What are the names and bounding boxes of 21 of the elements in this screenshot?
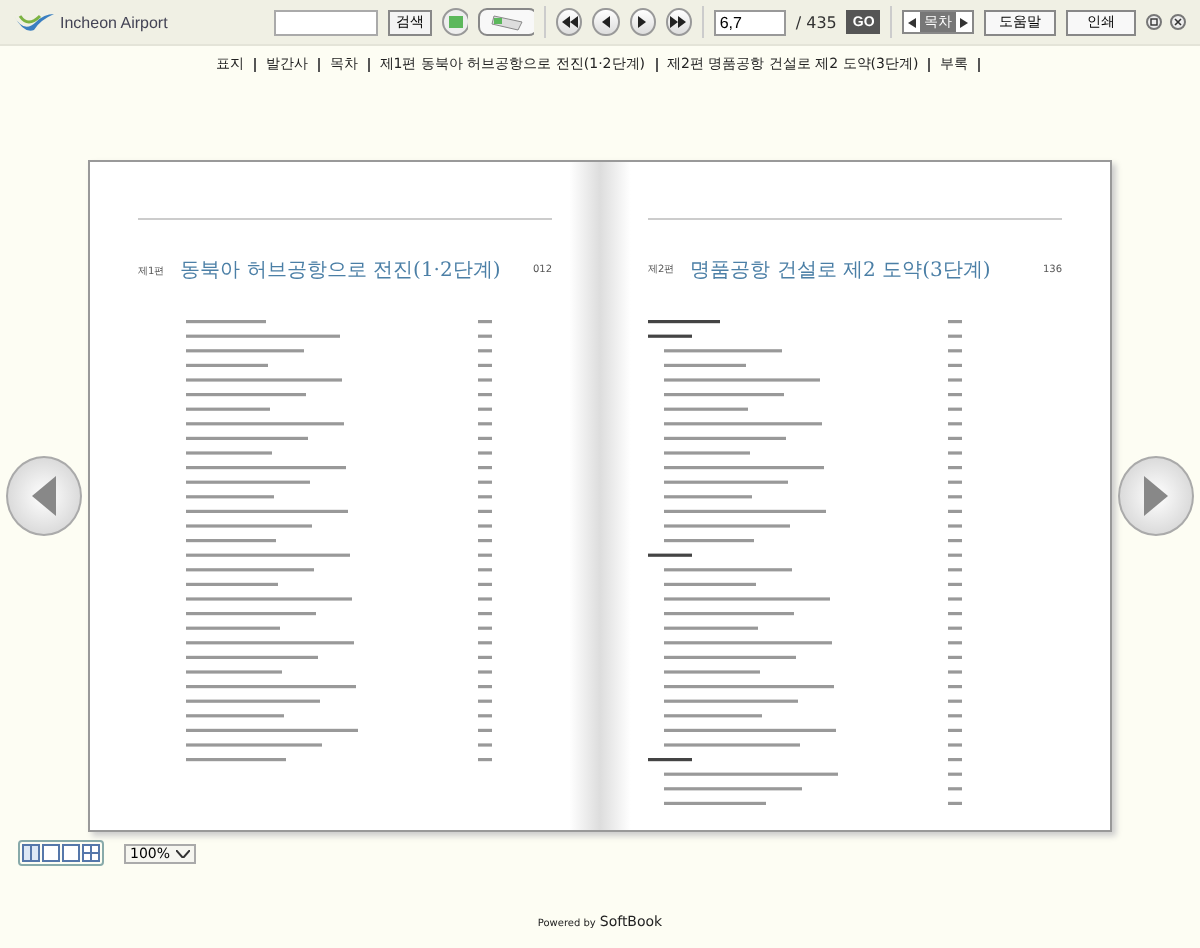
left-icon [597,16,614,28]
previous-page-button[interactable] [592,8,620,36]
search-field[interactable] [274,9,379,35]
dropdown-caret-icon [176,849,191,857]
memo-icon[interactable] [442,8,469,36]
part-title: 명품공항 건설로 제2 도약(3단계) [690,257,993,284]
highlighter-icon[interactable] [478,8,535,36]
next-page-button[interactable] [629,8,656,36]
logo-text: Incheon Airport [60,13,168,31]
right-icon [634,16,651,28]
page-number-field[interactable]: 6,7 [713,9,786,35]
last-page-button[interactable] [665,8,692,36]
view-mode-icon[interactable] [22,844,40,862]
part-title: 동북아 허브공항으로 전진(1·2단계) [180,258,503,284]
page-total: / 435 [795,13,837,31]
double-left-icon [561,16,578,28]
double-right-icon [670,16,687,28]
logo-icon [12,10,56,34]
first-page-button[interactable] [556,8,583,36]
view-mode-icon[interactable] [82,844,100,862]
window-buttons-icon[interactable] [1146,14,1188,30]
